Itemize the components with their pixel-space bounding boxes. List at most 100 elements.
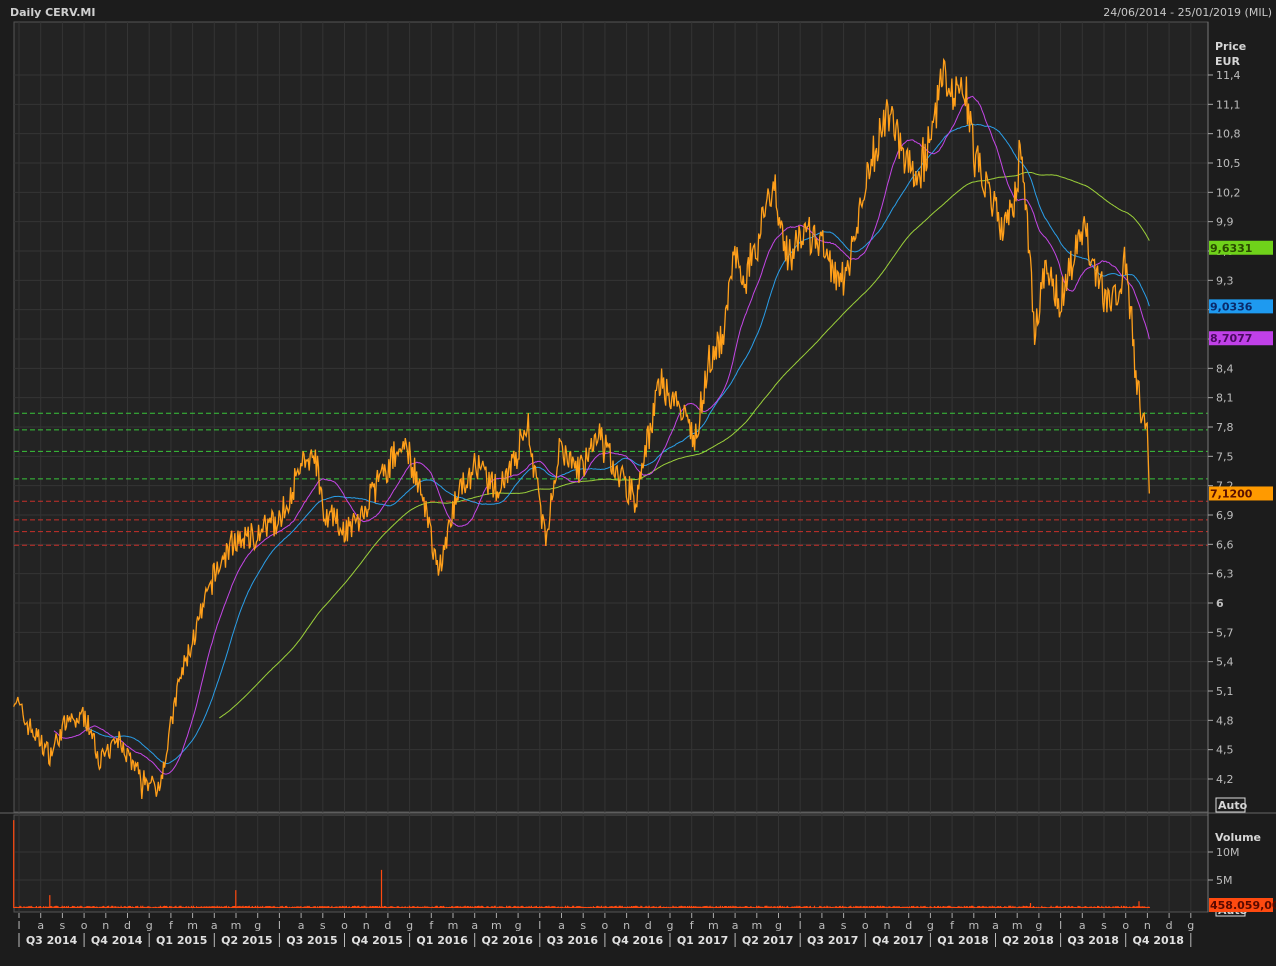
volume-axis-title: Volume [1215,831,1261,844]
price-auto-label: Auto [1218,799,1248,812]
month-label: m [968,919,979,932]
month-label: m [751,919,762,932]
month-label: a [992,919,999,932]
price-tick-label: 8,4 [1216,362,1234,375]
month-label: m [491,919,502,932]
volume-tick-label: 5M [1216,874,1233,887]
last-value-label-ma-mid: 9,0336 [1210,300,1253,313]
volume-last-value: 458.059,00 [1210,899,1276,912]
quarter-label: Q1 2015 [156,934,207,947]
month-label: l [799,919,802,932]
month-label: d [1166,919,1173,932]
quarter-label: Q1 2017 [677,934,728,947]
month-label: n [623,919,630,932]
price-tick-label: 4,2 [1216,773,1234,786]
month-label: d [645,919,652,932]
quarter-label: Q2 2018 [1002,934,1053,947]
quarter-label: Q2 2017 [742,934,793,947]
price-axis-currency: EUR [1215,55,1240,68]
last-value-label-price: 7,1200 [1210,487,1253,500]
month-label: s [841,919,847,932]
month-label: n [884,919,891,932]
month-label: g [927,919,934,932]
price-tick-label: 6,6 [1216,538,1234,551]
month-label: a [298,919,305,932]
month-label: d [905,919,912,932]
quarter-label: Q1 2018 [937,934,988,947]
month-label: o [81,919,88,932]
price-tick-label: 10,5 [1216,157,1241,170]
chart-title: Daily CERV.MI [10,6,95,19]
month-label: m [708,919,719,932]
price-tick-label: 5,7 [1216,626,1234,639]
month-label: n [102,919,109,932]
price-tick-label: 8,1 [1216,392,1234,405]
quarter-label: Q4 2017 [872,934,923,947]
month-label: g [146,919,153,932]
quarter-label: Q1 2016 [416,934,468,947]
quarter-label: Q3 2014 [26,934,78,947]
price-axis-title: Price [1215,40,1246,53]
month-label: m [1012,919,1023,932]
quarter-label: Q4 2015 [351,934,402,947]
month-label: o [602,919,609,932]
quarter-label: Q2 2016 [482,934,534,947]
month-label: l [1059,919,1062,932]
month-label: m [231,919,242,932]
month-label: a [558,919,565,932]
month-label: d [124,919,131,932]
price-tick-label: 10,2 [1216,186,1241,199]
month-label: a [819,919,826,932]
month-label: s [1101,919,1107,932]
month-label: g [254,919,261,932]
price-tick-label: 11,1 [1216,98,1241,111]
month-label: a [37,919,44,932]
price-tick-label: 4,5 [1216,744,1234,757]
month-label: a [1079,919,1086,932]
month-label: n [363,919,370,932]
month-label: l [278,919,281,932]
volume-tick-label: 10M [1216,846,1240,859]
price-tick-label: 4,8 [1216,714,1234,727]
month-label: s [580,919,586,932]
quarter-label: Q3 2016 [547,934,599,947]
quarter-label: Q3 2018 [1067,934,1118,947]
month-label: g [406,919,413,932]
month-label: o [862,919,869,932]
month-label: s [60,919,66,932]
month-label: a [471,919,478,932]
month-label: d [384,919,391,932]
month-label: m [448,919,459,932]
price-tick-label: 5,1 [1216,685,1234,698]
last-value-label-ma-fast: 8,7077 [1210,332,1252,345]
price-tick-label: 5,4 [1216,656,1234,669]
month-label: g [775,919,782,932]
month-label: g [667,919,674,932]
price-tick-label: 6,9 [1216,509,1234,522]
quarter-label: Q4 2016 [612,934,664,947]
stock-chart[interactable]: Daily CERV.MI 24/06/2014 - 25/01/2019 (M… [0,0,1276,966]
month-label: l [17,919,20,932]
price-tick-label: 9,9 [1216,216,1234,229]
month-label: a [211,919,218,932]
price-tick-label: 6 [1216,597,1224,610]
month-label: o [341,919,348,932]
quarter-label: Q4 2014 [91,934,143,947]
month-label: g [1187,919,1194,932]
month-label: m [187,919,198,932]
month-label: o [1122,919,1129,932]
date-range: 24/06/2014 - 25/01/2019 (MIL) [1103,6,1272,19]
quarter-label: Q3 2015 [286,934,337,947]
month-label: n [1144,919,1151,932]
price-tick-label: 11,4 [1216,69,1241,82]
month-label: g [515,919,522,932]
quarter-label: Q2 2015 [221,934,272,947]
price-tick-label: 7,8 [1216,421,1234,434]
month-label: a [732,919,739,932]
price-tick-label: 10,8 [1216,128,1241,141]
month-label: g [1035,919,1042,932]
last-value-label-ma-slow: 9,6331 [1210,242,1252,255]
quarter-label: Q4 2018 [1133,934,1184,947]
price-tick-label: 7,5 [1216,450,1234,463]
price-tick-label: 6,3 [1216,568,1234,581]
